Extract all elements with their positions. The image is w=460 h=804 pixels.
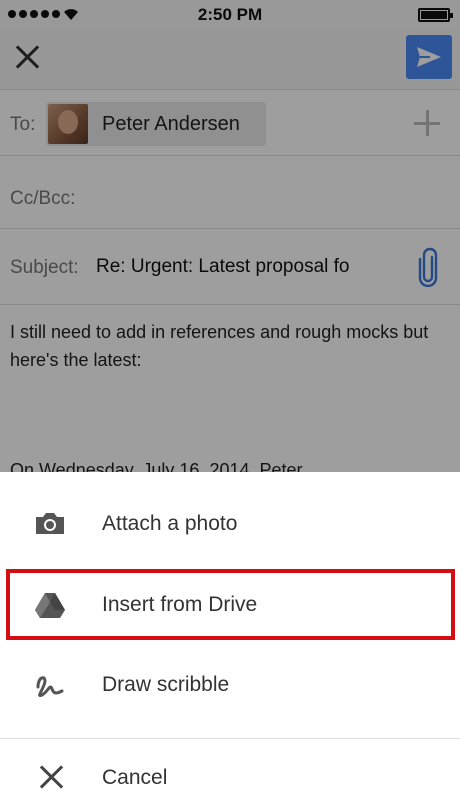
attach-photo-label: Attach a photo (102, 512, 238, 535)
scribble-icon (36, 676, 64, 697)
dim-overlay[interactable] (0, 0, 460, 472)
draw-scribble-label: Draw scribble (102, 673, 230, 696)
highlight-box (6, 569, 455, 640)
attach-photo-option[interactable]: Attach a photo (0, 484, 460, 564)
cancel-label: Cancel (102, 766, 168, 789)
close-icon (38, 764, 64, 790)
draw-scribble-option[interactable]: Draw scribble (0, 645, 460, 725)
cancel-option[interactable]: Cancel (0, 738, 460, 804)
attachment-action-sheet: Attach a photo Insert from Drive Draw sc… (0, 472, 460, 804)
camera-icon (36, 513, 64, 534)
